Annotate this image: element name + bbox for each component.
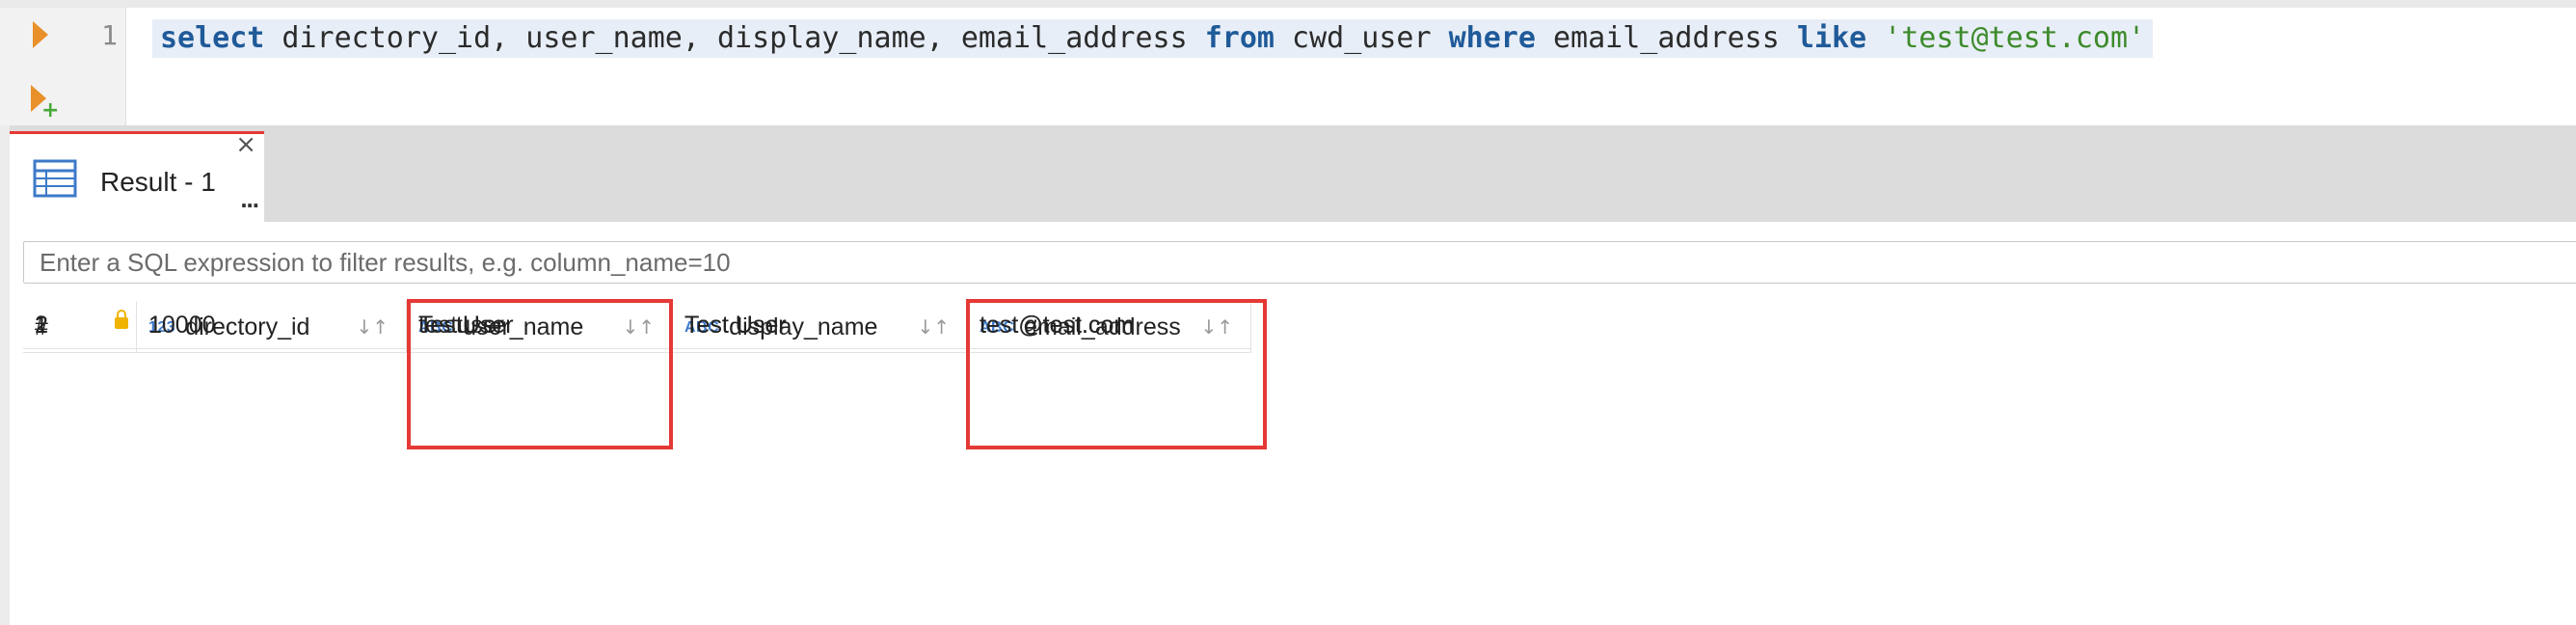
- table-cell[interactable]: 1: [137, 301, 407, 349]
- filter-input[interactable]: [23, 241, 2576, 284]
- code-text: directory_id, user_name, display_name, e…: [264, 21, 1205, 55]
- keyword-like: like: [1796, 21, 1867, 55]
- editor-top-border: [0, 0, 2576, 8]
- tab-label: Result - 1: [100, 167, 216, 197]
- more-options-icon[interactable]: ...: [240, 184, 259, 214]
- close-icon[interactable]: ×: [235, 132, 256, 157]
- code-text: cwd_user: [1274, 21, 1449, 55]
- results-tab-strip: [10, 125, 2576, 222]
- plus-icon: +: [41, 98, 60, 122]
- table-cell[interactable]: test@test.com: [968, 301, 1251, 349]
- table-cell[interactable]: Test User: [673, 301, 968, 349]
- tab-result-1[interactable]: Result - 1 × ...: [10, 131, 264, 222]
- string-literal: 'test@test.com': [1884, 21, 2146, 55]
- line-number: 1: [101, 19, 118, 51]
- keyword-where: where: [1448, 21, 1536, 55]
- result-grid: # 123 directory_id ↓↑ ABC user_name ↓↑ ABC…: [23, 301, 1276, 455]
- sql-statement-line[interactable]: select directory_id, user_name, display_…: [152, 19, 2154, 58]
- code-text: email_address: [1535, 21, 1797, 55]
- table-cell[interactable]: TestUser: [407, 301, 673, 349]
- keyword-select: select: [160, 21, 265, 55]
- sql-editor[interactable]: + 1 select directory_id, user_name, disp…: [0, 0, 2576, 125]
- results-left-rail: [0, 125, 10, 625]
- row-number-cell[interactable]: 2: [23, 301, 137, 349]
- run-statement-icon[interactable]: [33, 21, 48, 48]
- keyword-from: from: [1204, 21, 1275, 55]
- run-script-icon[interactable]: +: [31, 85, 59, 122]
- grid-table-icon: [33, 159, 77, 198]
